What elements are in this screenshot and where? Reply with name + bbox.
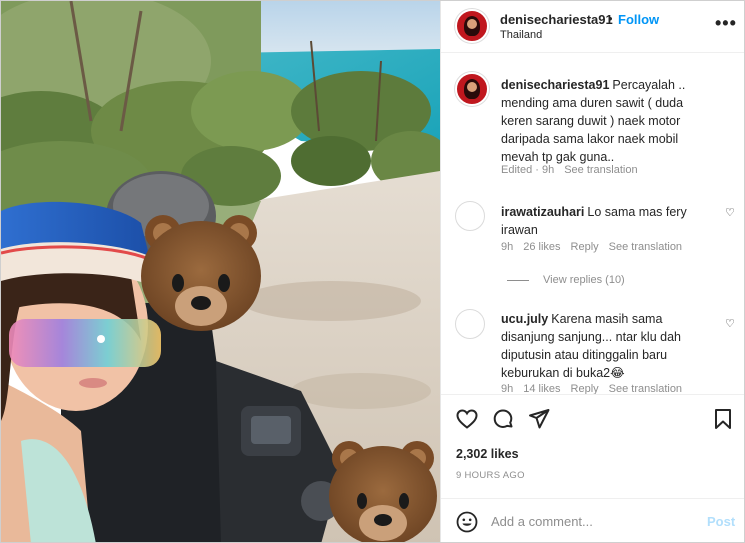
caption-item: denisechariesta91 Percayalah .. mending a… (441, 54, 744, 184)
add-comment-bar: Post (441, 498, 744, 542)
separator-dot: • (608, 11, 613, 26)
comment-username[interactable]: ucu.july (501, 312, 548, 326)
caption-see-translation[interactable]: See translation (564, 164, 637, 176)
send-icon[interactable] (527, 407, 551, 431)
post-timestamp[interactable]: 9 HOURS AGO (456, 470, 525, 481)
caption-edited: Edited · 9h (501, 164, 555, 176)
commenter-avatar[interactable] (455, 309, 485, 339)
author-avatar[interactable] (455, 9, 489, 43)
bookmark-icon[interactable] (711, 407, 735, 431)
comment-likes[interactable]: 14 likes (523, 383, 560, 394)
likes-count[interactable]: 2,302 likes (456, 447, 519, 461)
replies-divider (507, 279, 529, 281)
comment-see-translation[interactable]: See translation (609, 383, 682, 394)
bear-sticker-2 (329, 441, 437, 542)
view-replies-label: View replies (10) (543, 274, 625, 286)
comment-item: ucu.july Karena masih sama disanjung sanj… (441, 307, 744, 394)
comment-time: 9h (501, 383, 514, 394)
comment-like-icon[interactable]: ♡ (725, 317, 735, 330)
comment-text: ucu.july Karena masih sama disanjung sanj… (501, 310, 701, 382)
post-comment-button[interactable]: Post (707, 514, 735, 529)
post-photo-illustration (1, 1, 440, 542)
caption-text: denisechariesta91 Percayalah .. mending a… (501, 76, 701, 166)
post-actions: 2,302 likes 9 HOURS AGO (441, 394, 744, 504)
comment-reply-button[interactable]: Reply (571, 383, 599, 394)
comment-icon[interactable] (491, 407, 515, 431)
commenter-avatar[interactable] (455, 201, 485, 231)
caption-username[interactable]: denisechariesta91 (501, 78, 609, 92)
comment-see-translation[interactable]: See translation (609, 241, 682, 253)
comment-item: irawatizauhari Lo sama mas fery irawan ♡ … (441, 194, 744, 294)
comment-likes[interactable]: 26 likes (523, 241, 560, 253)
follow-button[interactable]: Follow (618, 12, 659, 27)
heart-icon[interactable] (455, 407, 479, 431)
emoji-icon[interactable] (455, 510, 479, 534)
view-replies-button[interactable]: View replies (10) (507, 274, 625, 286)
more-horizontal-icon[interactable]: ••• (715, 13, 737, 34)
comment-reply-button[interactable]: Reply (571, 241, 599, 253)
instagram-post-window: denisechariesta91 • Follow Thailand ••• … (0, 0, 745, 543)
post-photo[interactable] (1, 1, 440, 542)
comment-input[interactable] (491, 511, 691, 531)
comments-list[interactable]: denisechariesta91 Percayalah .. mending a… (441, 54, 744, 394)
comment-time: 9h (501, 241, 514, 253)
post-header: denisechariesta91 • Follow Thailand ••• (441, 1, 744, 53)
comment-meta: 9h 26 likes Reply See translation (501, 241, 692, 253)
post-side-panel: denisechariesta91 • Follow Thailand ••• … (440, 1, 744, 542)
comment-meta: 9h 14 likes Reply See translation (501, 383, 692, 394)
comment-like-icon[interactable]: ♡ (725, 206, 735, 219)
comment-text: irawatizauhari Lo sama mas fery irawan (501, 203, 701, 239)
caption-meta: Edited · 9h See translation (501, 164, 648, 176)
author-username[interactable]: denisechariesta91 (500, 12, 613, 27)
bear-sticker-1 (141, 215, 261, 331)
comment-username[interactable]: irawatizauhari (501, 205, 584, 219)
caption-avatar[interactable] (455, 72, 489, 106)
post-location[interactable]: Thailand (500, 29, 542, 41)
